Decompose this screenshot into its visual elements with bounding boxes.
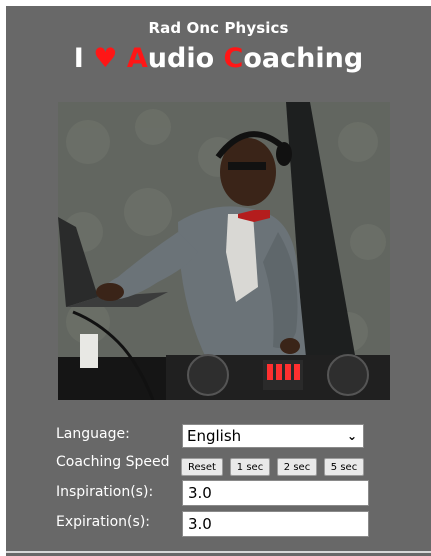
title-c-letter: C xyxy=(223,43,244,74)
app-title: I ♥ Audio Coaching xyxy=(6,43,431,74)
title-a-letter: A xyxy=(126,43,148,74)
speed-5-sec-button[interactable]: 5 sec xyxy=(324,458,364,476)
app-subtitle: Rad Onc Physics xyxy=(148,19,289,37)
title-udio: udio xyxy=(147,43,215,74)
app-panel: Rad Onc Physics I ♥ Audio Coaching Langu… xyxy=(6,6,431,556)
chevron-down-icon: ⌄ xyxy=(346,429,357,443)
inspiration-input[interactable]: 3.0 xyxy=(182,480,369,506)
expiration-input[interactable]: 3.0 xyxy=(182,511,369,537)
language-select[interactable]: English ⌄ xyxy=(182,424,364,448)
title-i: I xyxy=(73,43,84,74)
language-select-value: English xyxy=(187,427,242,445)
bottom-divider xyxy=(6,551,431,553)
expiration-label: Expiration(s): xyxy=(56,514,150,530)
language-label: Language: xyxy=(56,426,130,442)
dj-photo xyxy=(58,102,390,400)
heart-icon: ♥ xyxy=(93,43,118,74)
speed-1-sec-button[interactable]: 1 sec xyxy=(230,458,270,476)
reset-button[interactable]: Reset xyxy=(181,458,223,476)
speed-2-sec-button[interactable]: 2 sec xyxy=(277,458,317,476)
coaching-speed-label: Coaching Speed xyxy=(56,454,170,470)
title-oaching: oaching xyxy=(243,43,364,74)
inspiration-label: Inspiration(s): xyxy=(56,484,154,500)
